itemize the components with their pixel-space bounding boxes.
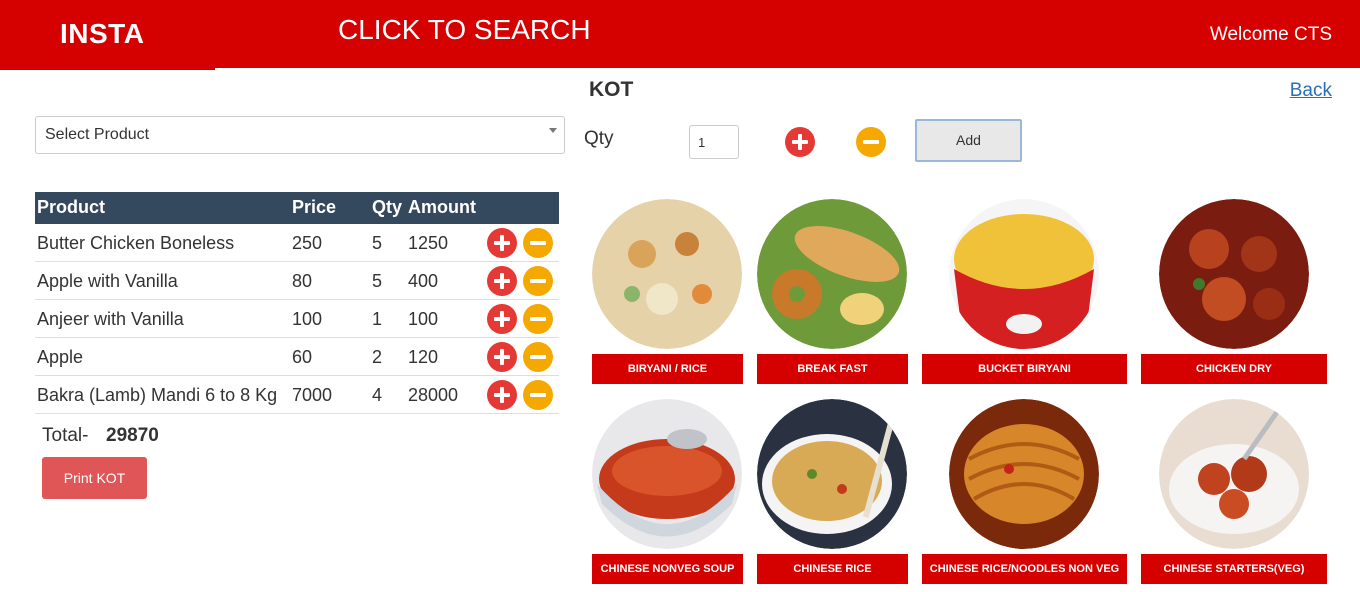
table-row: Butter Chicken Boneless 250 5 1250	[35, 224, 559, 262]
category-label: CHINESE STARTERS(VEG)	[1141, 554, 1327, 584]
header-product: Product	[37, 197, 106, 217]
product-select-value: Select Product	[45, 126, 150, 143]
row-increment-button[interactable]	[487, 380, 517, 410]
qty-increment-button[interactable]	[785, 127, 815, 157]
plus-icon-vertical	[500, 349, 504, 365]
top-navbar: INSTA CLICK TO SEARCH Welcome CTS	[0, 0, 1360, 68]
row-increment-button[interactable]	[487, 342, 517, 372]
plus-icon-vertical	[500, 387, 504, 403]
row-amount: 400	[408, 271, 439, 291]
row-product: Apple with Vanilla	[37, 271, 178, 291]
table-row: Apple with Vanilla 80 5 400	[35, 262, 559, 300]
row-decrement-button[interactable]	[523, 228, 553, 258]
row-increment-button[interactable]	[487, 228, 517, 258]
row-qty: 5	[372, 271, 383, 291]
table-row: Apple 60 2 120	[35, 338, 559, 376]
row-decrement-button[interactable]	[523, 380, 553, 410]
category-label: BREAK FAST	[757, 354, 908, 384]
table-header: Product Price Qty Amount	[35, 192, 559, 224]
chinese-starters-veg-image	[1159, 399, 1309, 549]
row-price: 80	[292, 271, 313, 291]
row-qty: 2	[372, 347, 383, 367]
chevron-down-icon	[549, 128, 557, 133]
minus-icon	[530, 317, 546, 321]
minus-icon	[863, 140, 879, 144]
plus-icon-vertical	[500, 273, 504, 289]
qty-label: Qty	[584, 128, 614, 149]
chinese-rice-image	[757, 399, 907, 549]
category-label: CHINESE NONVEG SOUP	[592, 554, 743, 584]
plus-icon-vertical	[500, 235, 504, 251]
chinese-nonveg-soup-image	[592, 399, 742, 549]
chicken-dry-image	[1159, 199, 1309, 349]
bucket-biryani-image	[949, 199, 1099, 349]
back-link[interactable]: Back	[1290, 80, 1332, 102]
total-label: Total-	[42, 425, 89, 446]
minus-icon	[530, 241, 546, 245]
row-product: Anjeer with Vanilla	[37, 309, 184, 329]
minus-icon	[530, 279, 546, 283]
biryani-rice-image	[592, 199, 742, 349]
row-qty: 1	[372, 309, 383, 329]
row-price: 7000	[292, 385, 333, 405]
row-price: 250	[292, 233, 323, 253]
row-increment-button[interactable]	[487, 304, 517, 334]
row-increment-button[interactable]	[487, 266, 517, 296]
total-value: 29870	[106, 425, 159, 446]
minus-icon	[530, 355, 546, 359]
row-amount: 1250	[408, 233, 449, 253]
category-label: CHINESE RICE	[757, 554, 908, 584]
row-decrement-button[interactable]	[523, 342, 553, 372]
row-product: Butter Chicken Boneless	[37, 233, 235, 253]
category-label: CHINESE RICE/NOODLES NON VEG	[922, 554, 1127, 584]
print-kot-button[interactable]: Print KOT	[42, 457, 147, 499]
order-table: Product Price Qty Amount Butter Chicken …	[35, 192, 559, 414]
qty-decrement-button[interactable]	[856, 127, 886, 157]
row-amount: 120	[408, 347, 439, 367]
minus-icon	[530, 393, 546, 397]
header-qty: Qty	[372, 197, 403, 217]
qty-input[interactable]	[689, 125, 739, 159]
header-price: Price	[292, 197, 337, 217]
break-fast-image	[757, 199, 907, 349]
category-label: BIRYANI / RICE	[592, 354, 743, 384]
plus-icon-vertical	[500, 311, 504, 327]
page-title: KOT	[589, 78, 634, 101]
welcome-user-text: Welcome CTS	[1209, 24, 1332, 45]
row-decrement-button[interactable]	[523, 266, 553, 296]
category-label: CHICKEN DRY	[1141, 354, 1327, 384]
row-decrement-button[interactable]	[523, 304, 553, 334]
row-product: Bakra (Lamb) Mandi 6 to 8 Kg	[37, 385, 278, 405]
row-price: 60	[292, 347, 313, 367]
table-row: Bakra (Lamb) Mandi 6 to 8 Kg 7000 4 2800…	[35, 376, 559, 414]
row-product: Apple	[37, 347, 84, 367]
row-price: 100	[292, 309, 323, 329]
chinese-rice-noodles-image	[949, 399, 1099, 549]
row-amount: 100	[408, 309, 439, 329]
brand-logo[interactable]: INSTA	[60, 18, 144, 50]
plus-icon-vertical	[798, 134, 802, 150]
row-qty: 4	[372, 385, 383, 405]
brand-underline	[0, 68, 215, 70]
row-qty: 5	[372, 233, 383, 253]
header-amount: Amount	[408, 197, 476, 217]
table-row: Anjeer with Vanilla 100 1 100	[35, 300, 559, 338]
click-to-search-link[interactable]: CLICK TO SEARCH	[338, 14, 591, 46]
category-label: BUCKET BIRYANI	[922, 354, 1127, 384]
add-button[interactable]: Add	[915, 119, 1022, 162]
row-amount: 28000	[408, 385, 459, 405]
product-select[interactable]: Select Product	[35, 116, 565, 154]
